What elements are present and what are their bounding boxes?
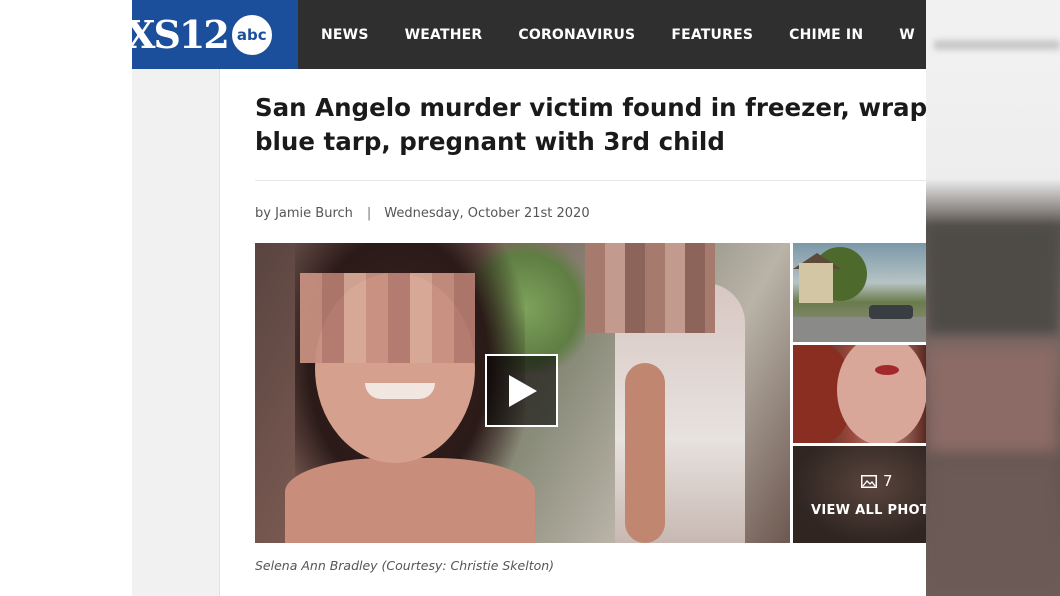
play-icon	[508, 374, 537, 407]
nav-item-chime-in[interactable]: CHIME IN	[789, 27, 863, 43]
station-logo-text: XS12	[132, 11, 230, 57]
photo-count-value: 7	[883, 472, 893, 490]
gallery-thumbnail-street[interactable]	[793, 243, 926, 342]
site-header: XS12 abc NEWS WEATHER CORONAVIRUS FEATUR…	[132, 0, 926, 69]
headline-line-2: blue tarp, pregnant with 3rd child	[255, 127, 725, 156]
station-logo[interactable]: XS12 abc	[132, 0, 298, 69]
pixelated-face	[585, 243, 715, 333]
divider	[255, 180, 926, 181]
photo-smile	[365, 383, 435, 399]
thumb-car	[869, 305, 913, 319]
side-rail	[132, 69, 220, 596]
nav-item-features[interactable]: FEATURES	[671, 27, 753, 43]
pixelated-eyes	[300, 273, 475, 363]
photo-arm	[625, 363, 665, 543]
main-nav: NEWS WEATHER CORONAVIRUS FEATURES CHIME …	[298, 0, 926, 69]
view-all-photos-button[interactable]: 7 VIEW ALL PHOT	[793, 446, 926, 543]
abc-logo: abc	[229, 12, 274, 57]
thumb-house	[799, 263, 833, 303]
thumb-face	[837, 345, 926, 443]
play-button[interactable]	[485, 354, 558, 427]
blur-region-1	[926, 225, 1060, 335]
nav-item-truncated[interactable]: W	[899, 27, 915, 43]
page-left-margin	[0, 0, 132, 596]
gallery-thumbnail-portrait[interactable]	[793, 345, 926, 443]
nav-item-news[interactable]: NEWS	[321, 27, 369, 43]
article: San Angelo murder victim found in freeze…	[132, 69, 926, 596]
thumb-lips	[875, 365, 899, 375]
image-icon	[861, 474, 877, 488]
article-headline: San Angelo murder victim found in freeze…	[255, 91, 926, 159]
nav-item-coronavirus[interactable]: CORONAVIRUS	[518, 27, 635, 43]
thumb-road	[793, 317, 926, 342]
blur-region-3	[926, 460, 1060, 596]
main-video-thumbnail[interactable]	[255, 243, 790, 543]
blurred-background-panel	[926, 0, 1060, 596]
author[interactable]: by Jamie Burch	[255, 206, 353, 221]
photo-shoulders	[285, 458, 535, 543]
byline-separator: |	[366, 206, 372, 221]
blur-bar	[934, 40, 1060, 50]
photo-count: 7	[861, 472, 893, 490]
photo-caption: Selena Ann Bradley (Courtesy: Christie S…	[255, 558, 555, 573]
tile-overlay	[793, 446, 926, 543]
headline-line-1: San Angelo murder victim found in freeze…	[255, 93, 926, 122]
byline: by Jamie Burch | Wednesday, October 21st 2…	[255, 206, 590, 221]
view-all-label: VIEW ALL PHOT	[811, 503, 926, 518]
nav-item-weather[interactable]: WEATHER	[405, 27, 483, 43]
publish-date: Wednesday, October 21st 2020	[384, 206, 590, 221]
blur-region-2	[926, 345, 1060, 455]
blur-top	[926, 0, 1060, 70]
